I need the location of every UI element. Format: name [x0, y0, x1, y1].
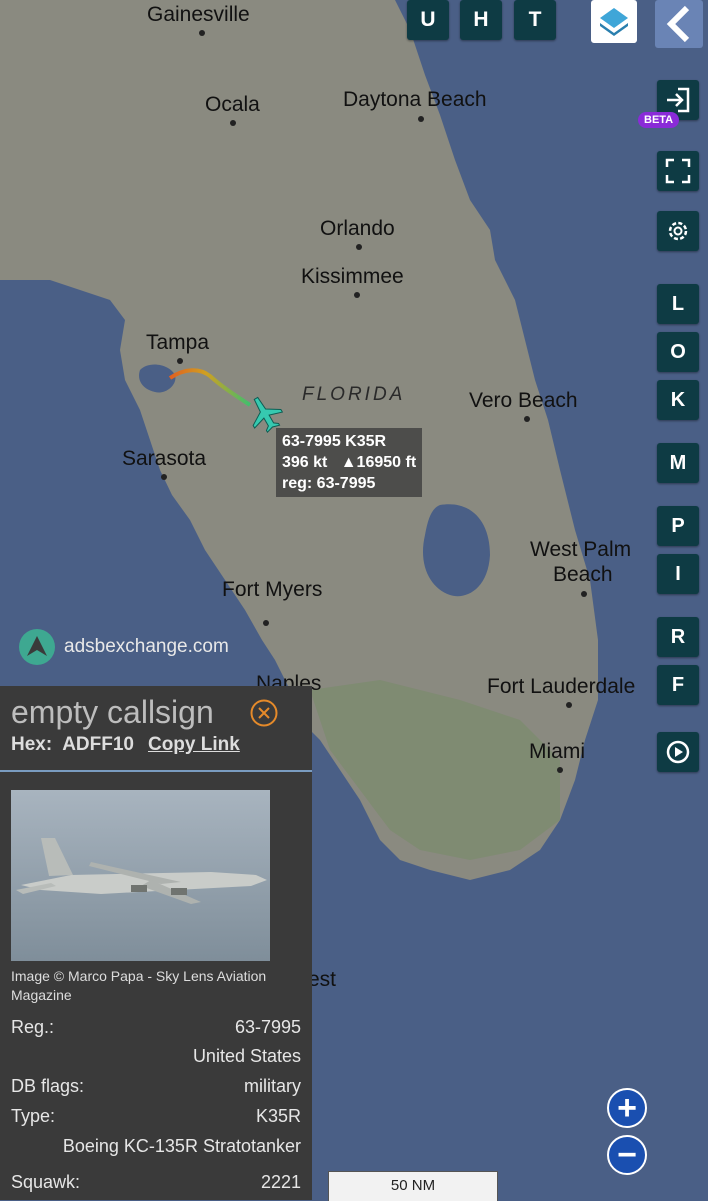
o-toggle-button[interactable]: O	[657, 332, 699, 372]
label-speed: 396 kt	[282, 454, 328, 471]
city-label: Miami	[529, 740, 585, 763]
type-value: K35R	[255, 1106, 301, 1126]
site-name: adsbexchange.com	[64, 636, 229, 657]
city-label: Fort Myers	[222, 578, 323, 601]
city-label: Vero Beach	[469, 389, 578, 412]
photo-caption: Image © Marco Papa - Sky Lens Aviation M…	[11, 968, 267, 1003]
l-toggle-button[interactable]: L	[657, 284, 699, 324]
city-dot	[557, 767, 563, 773]
city-dot	[161, 474, 167, 480]
hex-label: Hex:	[11, 734, 53, 755]
i-toggle-button[interactable]: I	[657, 554, 699, 594]
reg-label: Reg.:	[11, 1017, 55, 1037]
aircraft-photo[interactable]	[11, 790, 270, 961]
p-toggle-button[interactable]: P	[657, 506, 699, 546]
u-toggle-button[interactable]: U	[407, 0, 449, 40]
city-dot	[230, 120, 236, 126]
label-line3: reg: 63-7995	[282, 475, 376, 492]
login-icon	[667, 87, 690, 113]
city-label: Fort Lauderdale	[487, 675, 636, 698]
label-altitude: ▲16950 ft	[340, 454, 417, 471]
t-toggle-button[interactable]: T	[514, 0, 556, 40]
hex-value: ADFF10	[62, 734, 134, 755]
dbflags-label: DB flags:	[11, 1076, 85, 1096]
k-toggle-button[interactable]: K	[657, 380, 699, 420]
callsign-title: empty callsign	[11, 694, 214, 730]
city-dot	[199, 30, 205, 36]
dbflags-value: military	[244, 1076, 301, 1096]
zoom-out-button[interactable]: −	[607, 1135, 647, 1175]
close-icon[interactable]	[250, 699, 278, 727]
beta-badge: BETA	[638, 112, 680, 128]
city-label: Daytona Beach	[343, 88, 487, 111]
r-toggle-button[interactable]: R	[657, 617, 699, 657]
state-label: FLORIDA	[302, 384, 406, 405]
aircraft-info-label[interactable]: 63-7995 K35R 396 kt ▲16950 ft reg: 63-79…	[276, 428, 423, 497]
fullscreen-icon	[665, 158, 691, 184]
city-label: Gainesville	[147, 3, 250, 26]
f-toggle-button[interactable]: F	[657, 665, 699, 705]
city-label: est	[308, 968, 337, 991]
reg-value: 63-7995	[234, 1017, 301, 1037]
m-toggle-button[interactable]: M	[657, 443, 699, 483]
city-dot	[418, 116, 424, 122]
city-dot	[263, 620, 269, 626]
aircraft-info-panel: empty callsign Hex: ADFF10 Copy Link Image…	[0, 686, 312, 1200]
city-dot	[354, 292, 360, 298]
city-label: Ocala	[205, 93, 260, 116]
city-label: Orlando	[320, 217, 395, 240]
panel-header: empty callsign Hex: ADFF10 Copy Link	[0, 686, 312, 772]
city-dot	[566, 702, 572, 708]
city-dot	[581, 591, 587, 597]
zoom-in-button[interactable]: +	[607, 1088, 647, 1128]
chevron-left-icon	[666, 5, 690, 43]
city-label: West Palm	[530, 538, 632, 561]
replay-icon	[666, 740, 690, 764]
city-dot	[356, 244, 362, 250]
fullscreen-button[interactable]	[657, 151, 699, 191]
layers-button[interactable]	[591, 0, 637, 43]
label-line1: 63-7995 K35R	[282, 433, 387, 450]
layers-icon	[600, 8, 628, 36]
city-dot	[524, 416, 530, 422]
city-label: Kissimmee	[301, 265, 404, 288]
city-label: Sarasota	[122, 447, 207, 470]
collapse-button[interactable]	[655, 0, 703, 48]
city-label: Tampa	[146, 331, 210, 354]
type-full-value: Boeing KC-135R Stratotanker	[62, 1136, 301, 1156]
settings-button[interactable]	[657, 211, 699, 251]
adsbexchange-logo: adsbexchange.com	[18, 628, 229, 666]
country-value: United States	[192, 1046, 301, 1066]
replay-button[interactable]	[657, 732, 699, 772]
logo-icon	[19, 629, 55, 665]
squawk-label: Squawk:	[11, 1172, 81, 1192]
scale-bar: 50 NM	[328, 1171, 498, 1201]
copy-link[interactable]: Copy Link	[148, 734, 240, 755]
city-dot	[177, 358, 183, 364]
city-label: Beach	[553, 563, 613, 586]
squawk-value: 2221	[260, 1172, 301, 1192]
h-toggle-button[interactable]: H	[460, 0, 502, 40]
type-label: Type:	[11, 1106, 56, 1126]
gear-icon	[668, 221, 688, 241]
hex-line: Hex: ADFF10 Copy Link	[11, 734, 240, 756]
